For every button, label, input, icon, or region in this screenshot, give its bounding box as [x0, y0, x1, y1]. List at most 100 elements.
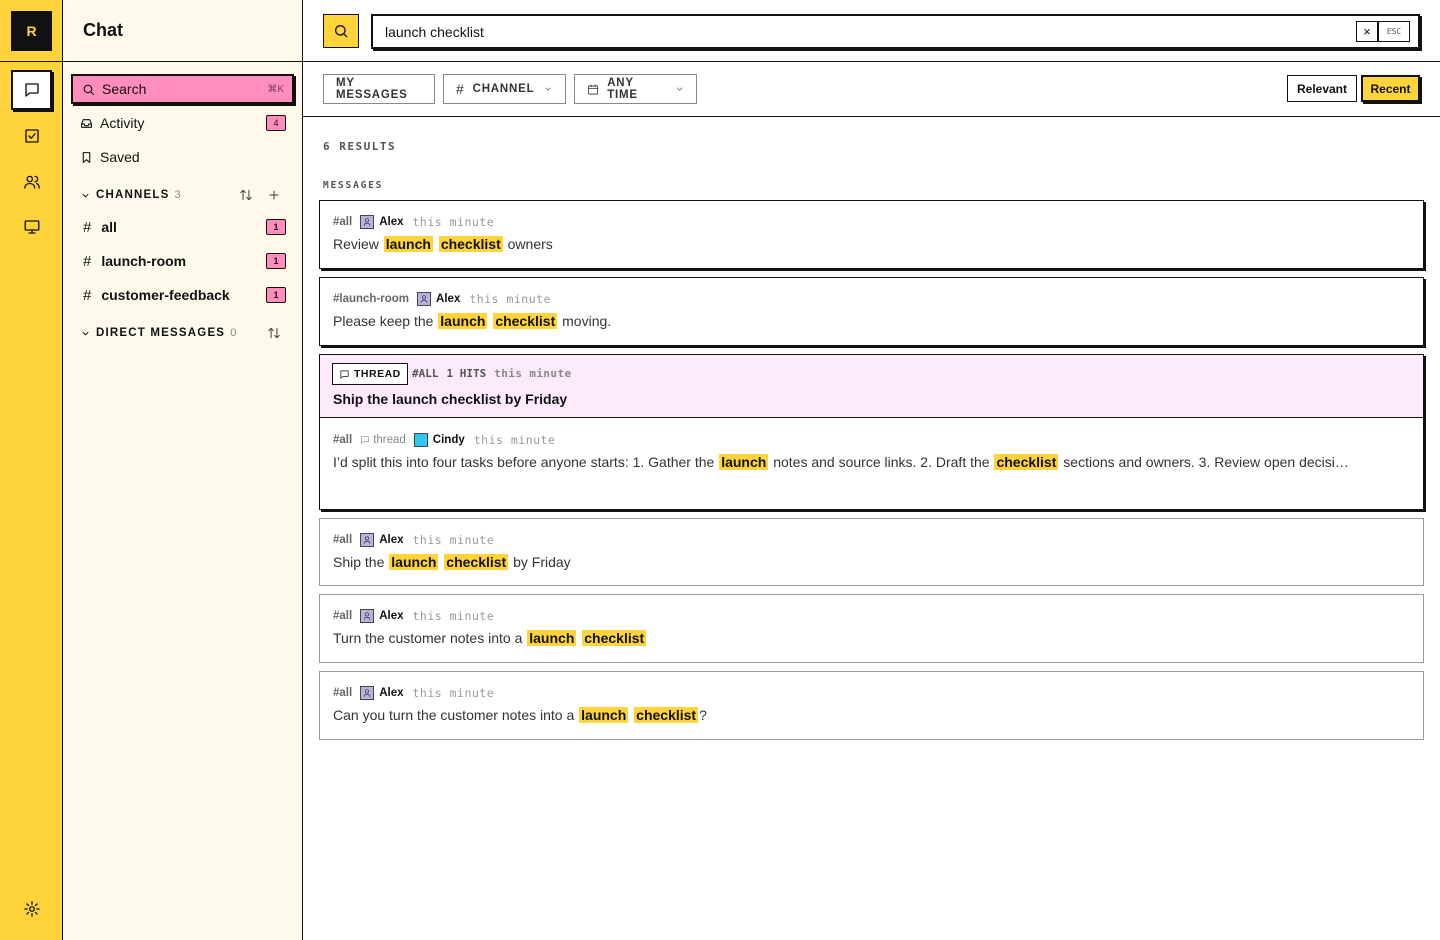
- message-fragment: notes and source links. 2. Draft the: [769, 454, 994, 470]
- monitor-icon: [24, 220, 39, 234]
- filter-label: ANY TIME: [607, 77, 638, 101]
- results-section-label: MESSAGES: [323, 180, 384, 191]
- esc-key-hint[interactable]: ESC: [1378, 21, 1410, 42]
- author-name: Alex: [379, 610, 404, 622]
- sort-icon[interactable]: [239, 188, 253, 202]
- message-text: Ship the launch checklist by Friday: [333, 551, 1383, 574]
- inbox-icon: [81, 118, 92, 128]
- rail-tasks-button[interactable]: [11, 116, 52, 156]
- message-result[interactable]: #all Alex this minute Can you turn the c…: [319, 671, 1424, 740]
- message-fragment: [629, 707, 633, 723]
- message-fragment: by Friday: [509, 554, 571, 570]
- channel-filter[interactable]: # CHANNEL: [443, 74, 566, 104]
- sidebar-item-saved[interactable]: Saved: [71, 142, 294, 172]
- search-highlight: checklist: [634, 707, 699, 723]
- message-fragment: Turn the customer notes into a: [333, 630, 527, 646]
- unread-badge: 1: [266, 253, 286, 269]
- sidebar-item-search[interactable]: Search ⌘K: [71, 74, 294, 104]
- time-filter[interactable]: ANY TIME: [574, 74, 697, 104]
- bookmark-icon: [82, 151, 91, 163]
- sort-icon[interactable]: [267, 326, 281, 340]
- message-meta: #all Alex this minute: [333, 215, 494, 229]
- add-channel-icon[interactable]: [267, 188, 281, 202]
- hash-icon: #: [83, 286, 92, 304]
- thread-meta: #ALL 1 HITS this minute: [412, 367, 580, 380]
- timestamp: this minute: [469, 292, 552, 306]
- search-button[interactable]: [323, 14, 359, 48]
- thread-title: Ship the launch checklist by Friday: [333, 391, 568, 407]
- thread-result[interactable]: THREAD #ALL 1 HITS this minute Ship the …: [319, 354, 1424, 510]
- workspace-logo[interactable]: R: [11, 11, 52, 51]
- settings-icon: [23, 901, 40, 917]
- channel-name: customer-feedback: [101, 287, 230, 303]
- thread-icon: [340, 369, 349, 379]
- rail-settings-button[interactable]: [11, 889, 52, 929]
- sidebar-item-label: Saved: [100, 149, 140, 165]
- message-result[interactable]: #all Alex this minute Turn the customer …: [319, 594, 1424, 663]
- unread-badge: 4: [266, 115, 286, 131]
- message-fragment: [439, 554, 443, 570]
- rail-chat-button[interactable]: [11, 70, 52, 110]
- message-fragment: [434, 236, 438, 252]
- unread-badge: 1: [266, 287, 286, 303]
- user-avatar-icon: [360, 533, 375, 547]
- message-meta: #launch-room Alex this minute: [333, 292, 551, 306]
- channel-tag: #all: [333, 534, 353, 546]
- shortcut-hint: ⌘K: [267, 83, 284, 95]
- search-query: launch checklist: [385, 23, 484, 40]
- message-text: Review launch checklist owners: [333, 233, 1383, 256]
- channel-name: launch-room: [101, 253, 187, 269]
- thread-header[interactable]: THREAD #ALL 1 HITS this minute Ship the …: [320, 355, 1423, 418]
- message-meta: #all Alex this minute: [333, 686, 494, 700]
- channels-section-toggle[interactable]: CHANNELS 3: [80, 187, 182, 203]
- sidebar-divider: [63, 61, 302, 62]
- author-name: Alex: [436, 293, 461, 305]
- user-avatar-icon: [360, 686, 375, 700]
- message-result[interactable]: #all Alex this minute Review launch chec…: [319, 200, 1424, 269]
- thread-hits: 1 HITS: [446, 367, 487, 380]
- filter-bar: MY MESSAGES # CHANNEL ANY TIME Relevant …: [303, 62, 1440, 117]
- message-meta: #all thread Cindy this minute: [333, 433, 555, 447]
- search-highlight: launch: [527, 630, 577, 646]
- dm-section-toggle[interactable]: DIRECT MESSAGES 0: [80, 325, 238, 341]
- app-rail: R: [0, 0, 63, 940]
- message-meta: #all Alex this minute: [333, 533, 494, 547]
- search-highlight: launch: [719, 454, 769, 470]
- channels-count: 3: [174, 189, 182, 201]
- hash-icon: #: [83, 252, 92, 270]
- message-fragment: [577, 630, 581, 646]
- author-name: Alex: [379, 687, 404, 699]
- rail-divider: [0, 61, 63, 62]
- message-fragment: Can you turn the customer notes into a: [333, 707, 579, 723]
- sidebar-item-activity[interactable]: Activity 4: [71, 108, 294, 138]
- clear-search-button[interactable]: ×: [1356, 21, 1378, 42]
- message-fragment: Review: [333, 236, 383, 252]
- tasks-icon: [24, 129, 39, 143]
- search-input[interactable]: launch checklist × ESC: [371, 14, 1420, 49]
- message-fragment: owners: [503, 236, 553, 252]
- channel-tag: #all: [333, 216, 353, 228]
- user-avatar: [413, 433, 428, 447]
- sort-relevant-button[interactable]: Relevant: [1287, 75, 1357, 102]
- channel-item[interactable]: # all 1: [71, 212, 294, 242]
- message-text: Turn the customer notes into a launch ch…: [333, 627, 1383, 650]
- filter-label: MY MESSAGES: [336, 77, 408, 101]
- sort-recent-button[interactable]: Recent: [1361, 75, 1420, 102]
- my-messages-filter[interactable]: MY MESSAGES: [323, 74, 435, 104]
- channel-item[interactable]: # launch-room 1: [71, 246, 294, 276]
- user-avatar-icon: [417, 292, 432, 306]
- message-fragment: ?: [699, 707, 707, 723]
- message-result[interactable]: #launch-room Alex this minute Please kee…: [319, 277, 1424, 346]
- hash-icon: #: [456, 81, 465, 97]
- search-highlight: launch: [383, 236, 433, 252]
- thread-indicator: thread: [360, 434, 406, 446]
- message-result[interactable]: #all Alex this minute Ship the launch ch…: [319, 518, 1424, 586]
- chat-sidebar: Chat Search ⌘K Activity 4 Saved CHANNELS…: [63, 0, 303, 940]
- chat-icon: [24, 83, 39, 97]
- channel-item[interactable]: # customer-feedback 1: [71, 280, 294, 310]
- user-avatar-icon: [360, 215, 375, 229]
- timestamp: this minute: [412, 686, 495, 700]
- chevron-down-icon: [546, 87, 552, 91]
- rail-people-button[interactable]: [11, 162, 52, 202]
- rail-screen-button[interactable]: [11, 207, 52, 247]
